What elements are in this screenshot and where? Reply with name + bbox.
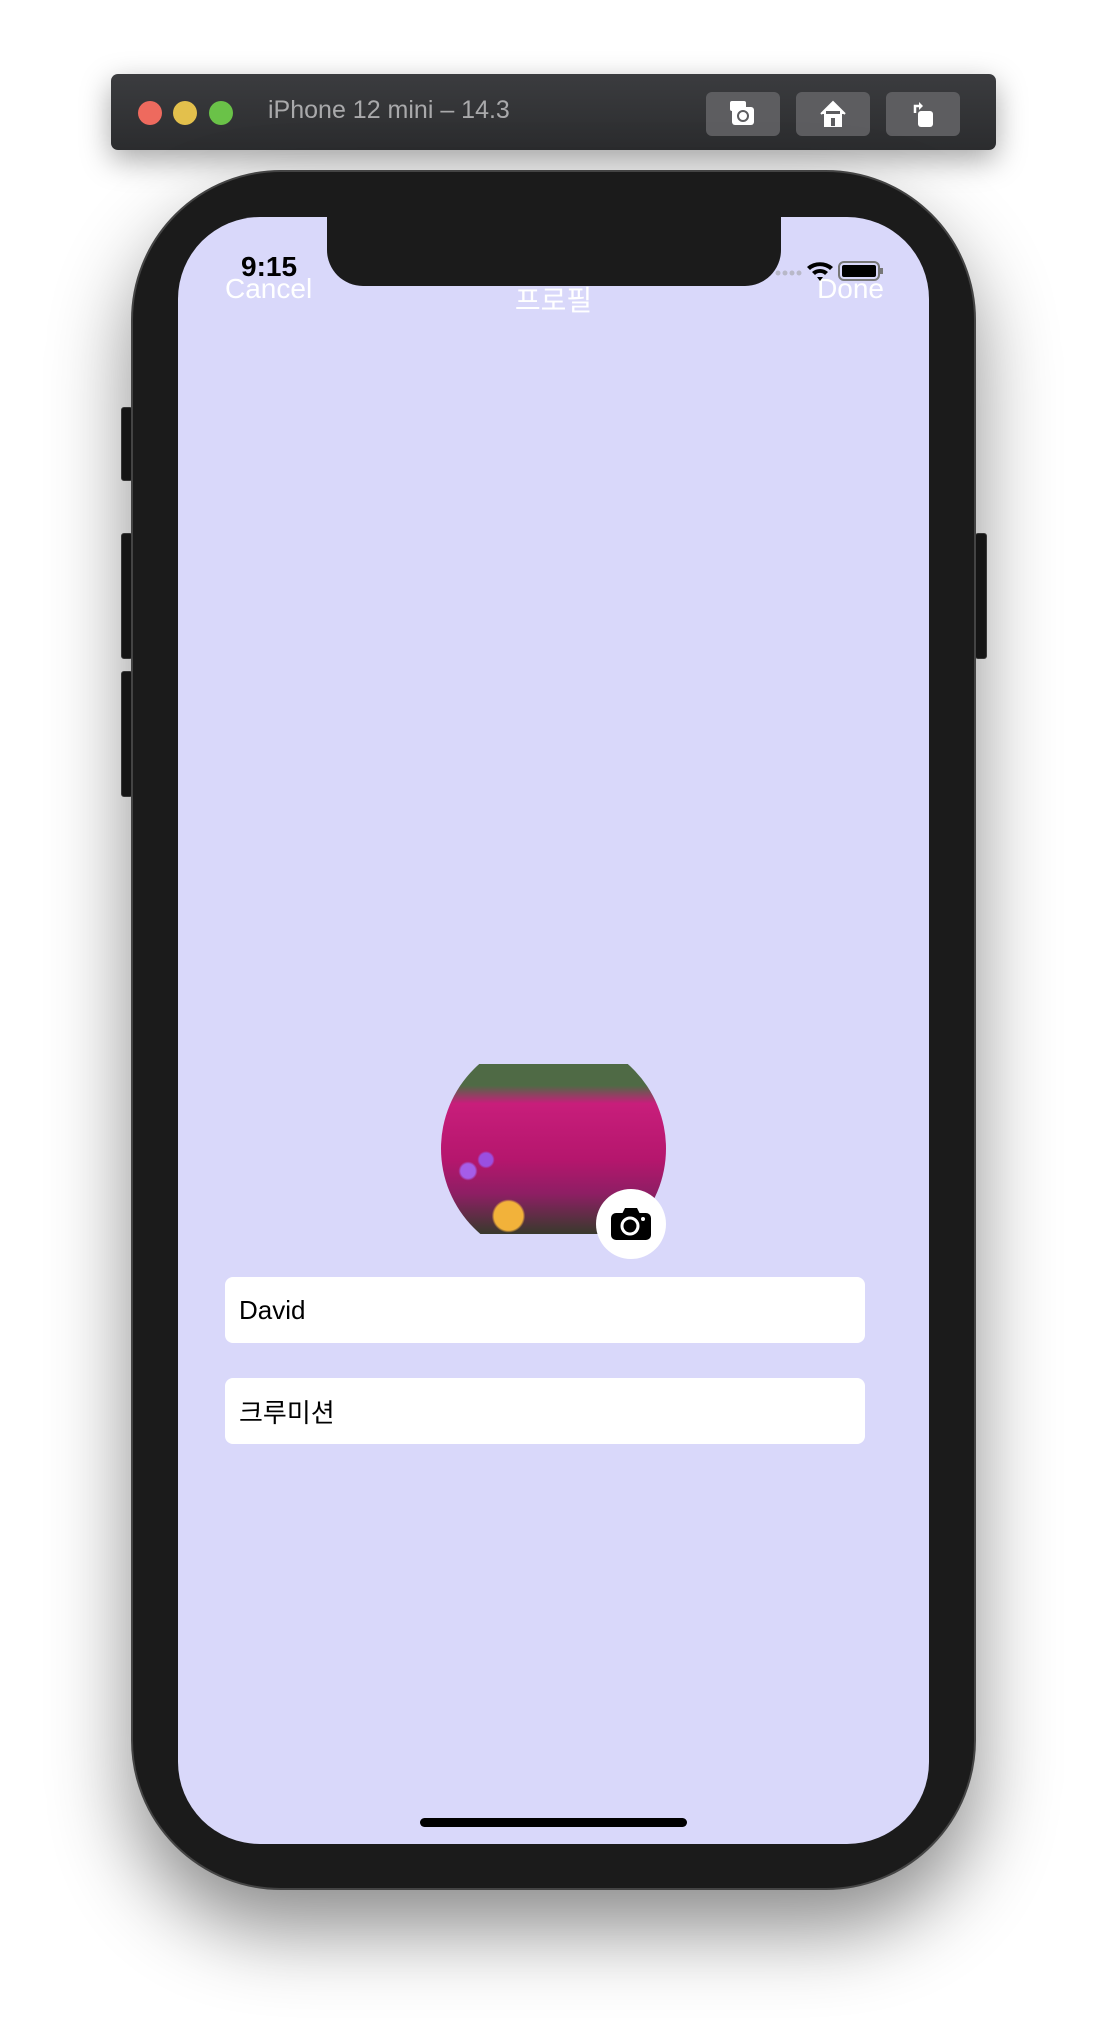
close-window-button[interactable] <box>138 101 162 125</box>
signal-icon <box>775 270 802 276</box>
screenshot-button[interactable] <box>706 92 780 136</box>
window-title: iPhone 12 mini – 14.3 <box>268 96 510 124</box>
minimize-window-button[interactable] <box>173 101 197 125</box>
home-button[interactable] <box>796 92 870 136</box>
notch <box>327 217 781 286</box>
rotate-button[interactable] <box>886 92 960 136</box>
camera-icon <box>730 101 754 125</box>
rotate-icon <box>913 102 933 127</box>
simulator-titlebar: iPhone 12 mini – 14.3 <box>111 74 996 150</box>
name-field[interactable]: David <box>225 1277 865 1343</box>
profile-screen: 9:15 Cancel 프로필 Done David 크루미션 <box>178 217 929 1844</box>
change-photo-button[interactable] <box>596 1189 666 1259</box>
status-icons <box>775 261 883 281</box>
zoom-window-button[interactable] <box>209 101 233 125</box>
camera-icon <box>611 1208 651 1240</box>
home-indicator <box>420 1818 687 1827</box>
power-button <box>975 533 987 659</box>
wifi-icon <box>807 262 833 281</box>
battery-icon <box>838 261 883 281</box>
home-icon <box>820 100 846 127</box>
status-field[interactable]: 크루미션 <box>225 1378 865 1444</box>
